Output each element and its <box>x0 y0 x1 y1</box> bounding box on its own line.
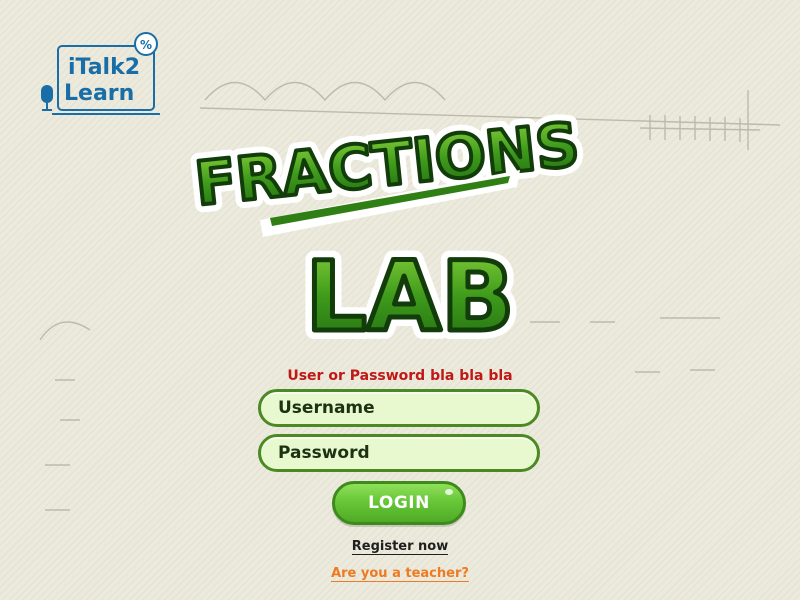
login-button-label: LOGIN <box>368 493 430 513</box>
login-error-message: User or Password bla bla bla <box>287 368 513 384</box>
svg-text:Learn: Learn <box>64 81 134 106</box>
password-input[interactable] <box>261 437 537 469</box>
register-link-wrapper: Register now <box>0 539 800 555</box>
register-now-link[interactable]: Register now <box>351 539 449 555</box>
username-field-wrapper <box>258 389 540 427</box>
microphone-icon <box>41 85 53 111</box>
fractions-lab-title: FRACTIONS FRACTIONS LAB LAB <box>184 102 591 355</box>
button-gloss <box>445 489 453 495</box>
username-input[interactable] <box>261 392 537 424</box>
speech-bubble-icon: % <box>134 32 158 56</box>
svg-text:iTalk2: iTalk2 <box>68 55 140 80</box>
svg-text:%: % <box>140 38 152 52</box>
password-field-wrapper <box>258 434 540 472</box>
italk2learn-logo: % iTalk2 Learn <box>41 32 160 115</box>
teacher-link-wrapper: Are you a teacher? <box>0 566 800 582</box>
login-button[interactable]: LOGIN <box>332 481 466 525</box>
teacher-link[interactable]: Are you a teacher? <box>331 566 469 582</box>
svg-text:LAB: LAB <box>306 241 515 353</box>
